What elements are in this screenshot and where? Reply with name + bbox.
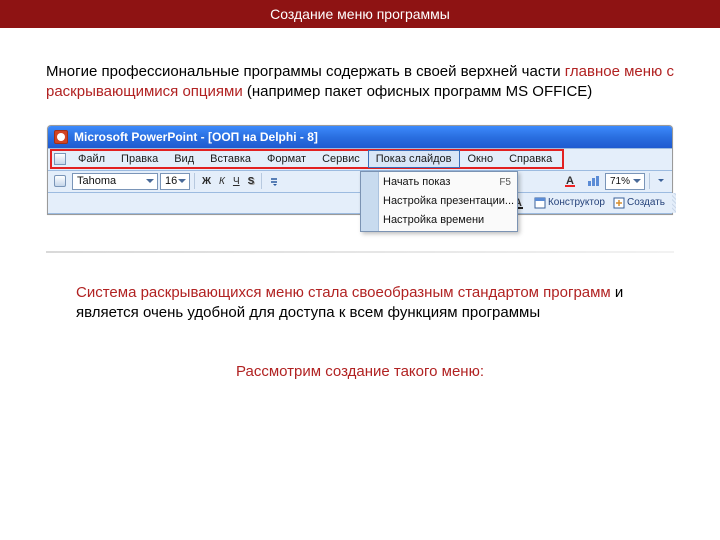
slide-header: Создание меню программы [0,0,720,28]
chart-icon[interactable] [583,172,603,190]
slide-designer-button[interactable]: Конструктор [531,194,608,212]
menu-insert[interactable]: Вставка [202,150,259,168]
bold-button[interactable]: Ж [199,172,214,190]
menu-view[interactable]: Вид [166,150,202,168]
intro-text-1: Многие профессиональные программы содерж… [46,63,565,80]
intro-paragraph: Многие профессиональные программы содерж… [46,62,674,103]
toolbar-edge-grip [672,193,676,213]
para2-red: Система раскрывающихся меню стала своеоб… [76,284,611,301]
powerpoint-icon [54,130,68,144]
menu-window[interactable]: Окно [460,150,502,168]
zoom-select[interactable]: 71% [605,173,645,190]
slideshow-dropdown: Начать показ F5 Настройка презентации...… [360,171,518,232]
menubar-highlight-box: Файл Правка Вид Вставка Формат Сервис По… [50,149,564,169]
menu-tools[interactable]: Сервис [314,150,368,168]
menu-edit[interactable]: Правка [113,150,166,168]
powerpoint-window: Microsoft PowerPoint - [ООП на Delphi - … [47,125,673,215]
closing-text: Рассмотрим создание такого меню: [236,363,484,380]
menu-slideshow[interactable]: Показ слайдов [368,150,460,168]
dropdown-setup-show[interactable]: Настройка презентации... [361,192,517,211]
new-slide-button[interactable]: Создать [610,194,668,212]
menu-format[interactable]: Формат [259,150,314,168]
second-paragraph: Система раскрывающихся меню стала своеоб… [76,283,644,324]
italic-button[interactable]: К [216,172,228,190]
menu-help[interactable]: Справка [501,150,560,168]
dropdown-rehearse-timings[interactable]: Настройка времени [361,211,517,230]
font-family-select[interactable]: Tahoma [72,173,158,190]
slide-content: Многие профессиональные программы содерж… [0,28,720,380]
dropdown-start-show[interactable]: Начать показ F5 [361,173,517,192]
menu-file[interactable]: Файл [70,150,113,168]
shadow-button[interactable]: S [245,172,258,190]
closing-line: Рассмотрим создание такого меню: [46,363,674,380]
intro-text-2: (например пакет офисных программ MS OFFI… [243,83,593,100]
slide-title: Создание меню программы [270,6,450,22]
window-title: Microsoft PowerPoint - [ООП на Delphi - … [74,130,318,144]
toolbar-expand-icon[interactable] [266,172,282,190]
underline-button[interactable]: Ч [230,172,243,190]
toolbar-grip-icon [54,175,66,187]
toolbar-dropdown-icon[interactable] [654,172,668,190]
system-menu-icon[interactable] [54,153,66,165]
window-titlebar: Microsoft PowerPoint - [ООП на Delphi - … [48,126,672,148]
font-color-button[interactable]: A [561,172,581,190]
section-divider [46,251,674,253]
font-size-select[interactable]: 16 [160,173,190,190]
menubar: Файл Правка Вид Вставка Формат Сервис По… [48,148,672,170]
